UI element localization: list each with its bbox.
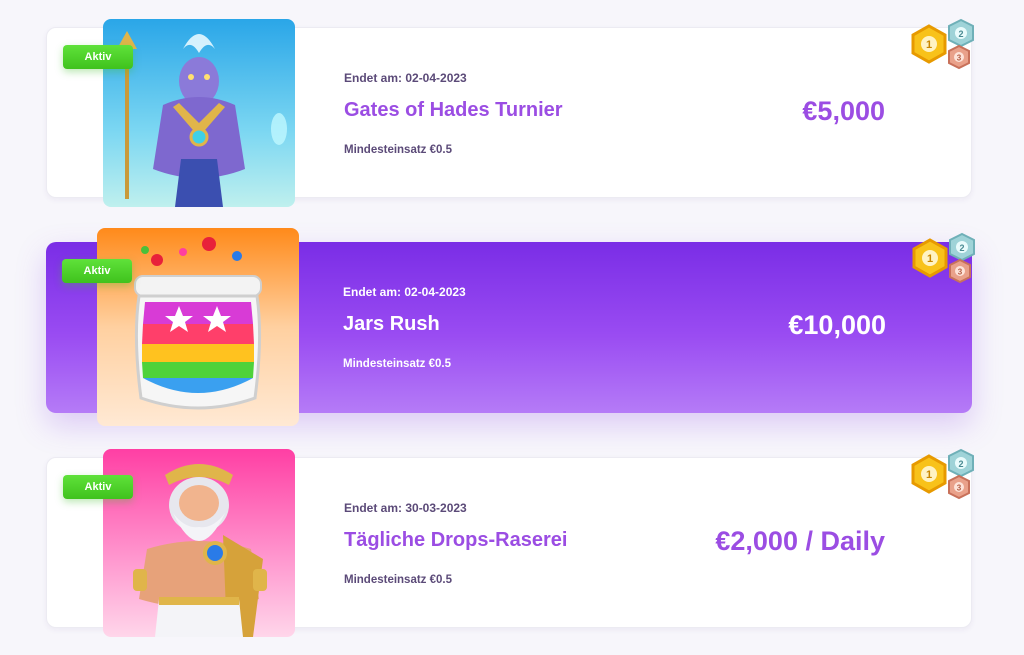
tournament-list: Aktiv Endet am: 02-04-2023 Gates of Hade…: [0, 0, 1024, 655]
tournament-card-jars-rush[interactable]: Aktiv Endet am: 02-04-2023 Jars Rush Min…: [46, 228, 975, 426]
medal-gold-label: 1: [926, 39, 932, 51]
end-date: Endet am: 30-03-2023: [344, 501, 467, 515]
medal-silver-label: 2: [958, 29, 963, 39]
tournament-title[interactable]: Tägliche Drops-Raserei: [344, 529, 567, 552]
medal-gold-label: 1: [927, 253, 933, 265]
minimum-bet: Mindesteinsatz €0.5: [343, 358, 452, 370]
medal-bronze-label: 3: [957, 484, 962, 493]
tournament-title[interactable]: Gates of Hades Turnier: [344, 99, 563, 122]
tournament-title[interactable]: Jars Rush: [343, 313, 440, 336]
medal-bronze-label: 3: [957, 54, 962, 63]
status-badge: Aktiv: [63, 475, 133, 499]
rainbow-jar-artwork: [97, 228, 299, 426]
medal-silver-label: 2: [958, 459, 963, 469]
leaderboard-medals-icon[interactable]: 1 2 3: [903, 446, 981, 514]
prize-pool: €5,000: [802, 96, 885, 126]
status-badge: Aktiv: [63, 45, 133, 69]
end-date: Endet am: 02-04-2023: [343, 285, 466, 299]
end-date: Endet am: 02-04-2023: [344, 71, 467, 85]
medal-silver-label: 2: [959, 243, 964, 253]
prize-pool: €2,000 / Daily: [715, 526, 885, 556]
status-badge: Aktiv: [62, 259, 132, 283]
leaderboard-medals-icon[interactable]: 1 2 3: [903, 16, 981, 84]
minimum-bet: Mindesteinsatz €0.5: [344, 144, 453, 156]
game-thumbnail-jars[interactable]: [97, 228, 299, 426]
minimum-bet: Mindesteinsatz €0.5: [344, 574, 453, 586]
medal-bronze-label: 3: [958, 268, 963, 277]
tournament-card-gates-of-hades[interactable]: Aktiv Endet am: 02-04-2023 Gates of Hade…: [46, 18, 974, 207]
leaderboard-medals-icon[interactable]: 1 2 3: [904, 230, 982, 298]
tournament-card-daily-drops[interactable]: Aktiv Endet am: 30-03-2023 Tägliche Drop…: [46, 448, 974, 637]
prize-pool: €10,000: [788, 310, 886, 340]
medal-gold-label: 1: [926, 469, 932, 481]
